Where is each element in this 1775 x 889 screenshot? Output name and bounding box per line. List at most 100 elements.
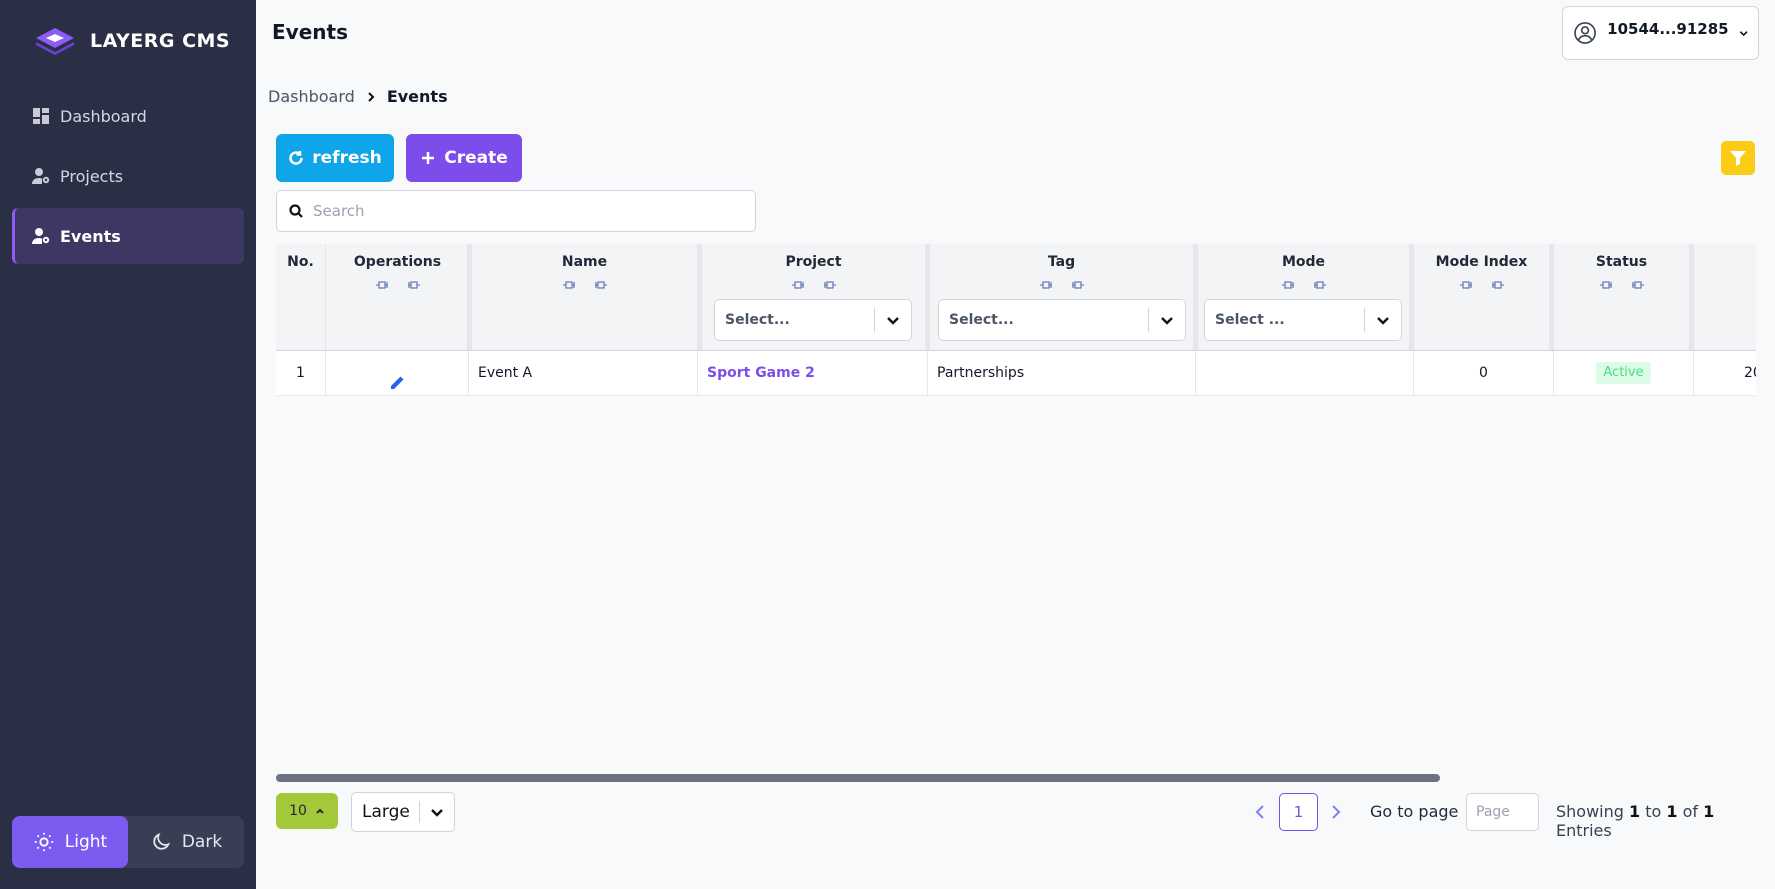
page-size-select[interactable]: 10	[276, 793, 338, 829]
page-size-value: 10	[289, 803, 307, 819]
column-project: Project Select...	[700, 244, 930, 350]
column-mode: Mode Select ...	[1196, 244, 1414, 350]
pin-right-icon[interactable]	[822, 278, 836, 289]
horizontal-scrollbar[interactable]	[276, 774, 1440, 782]
chevron-right-icon	[368, 91, 375, 102]
user-gear-icon	[32, 228, 50, 244]
breadcrumb: Dashboard Events	[268, 87, 448, 106]
pin-right-icon[interactable]	[1070, 278, 1084, 289]
table-header: No. Operations Name Project Select... Ta…	[276, 244, 1756, 351]
column-project-label: Project	[785, 254, 842, 270]
pin-left-icon[interactable]	[1281, 278, 1296, 289]
pin-left-icon[interactable]	[1459, 278, 1474, 289]
filter-icon	[1730, 151, 1746, 166]
sidebar-item-dashboard[interactable]: Dashboard	[12, 88, 244, 144]
chevron-left-icon	[1255, 805, 1264, 819]
column-operations-label: Operations	[353, 254, 442, 270]
prev-page-button[interactable]	[1250, 800, 1270, 824]
column-mode-index-label: Mode Index	[1435, 254, 1528, 270]
showing-from: 1	[1629, 802, 1641, 821]
layerg-logo-icon	[36, 28, 74, 55]
showing-to: 1	[1666, 802, 1678, 821]
search-box	[276, 190, 756, 232]
page-title: Events	[272, 20, 348, 44]
chevron-down-icon	[431, 809, 443, 817]
column-operations: Operations	[326, 244, 472, 350]
dashboard-icon	[33, 108, 49, 124]
chevron-down-icon	[887, 317, 899, 325]
showing-to-word: to	[1645, 802, 1662, 821]
refresh-label: refresh	[312, 148, 382, 168]
cell-overflow: 20	[1744, 365, 1756, 381]
chevron-down-icon	[1161, 317, 1173, 325]
breadcrumb-dashboard[interactable]: Dashboard	[268, 87, 355, 106]
filter-button[interactable]	[1721, 141, 1755, 175]
pin-right-icon[interactable]	[406, 278, 420, 289]
column-no-label: No.	[287, 254, 314, 270]
column-mode-label: Mode	[1281, 254, 1326, 270]
brand-name: LAYERG CMS	[90, 30, 231, 52]
user-menu[interactable]: 10544...91285	[1562, 6, 1759, 60]
cell-project: Sport Game 2	[698, 351, 928, 395]
pin-right-icon[interactable]	[1312, 278, 1326, 289]
refresh-icon	[289, 151, 304, 165]
tag-filter-select[interactable]: Select...	[938, 299, 1186, 341]
pin-right-icon[interactable]	[1490, 278, 1504, 289]
pin-left-icon[interactable]	[562, 278, 577, 289]
project-link[interactable]: Sport Game 2	[707, 365, 815, 381]
theme-dark-button[interactable]: Dark	[128, 816, 244, 868]
create-button[interactable]: Create	[406, 134, 522, 182]
column-status-label: Status	[1595, 254, 1648, 270]
sidebar-item-projects[interactable]: Projects	[12, 148, 244, 204]
breadcrumb-current: Events	[386, 87, 448, 106]
cell-mode-index: 0	[1414, 351, 1554, 395]
chevron-up-icon	[316, 808, 324, 814]
moon-icon	[153, 832, 170, 850]
mode-filter-placeholder: Select ...	[1215, 312, 1285, 328]
project-filter-select[interactable]: Select...	[714, 299, 912, 341]
column-mode-index: Mode Index	[1412, 244, 1554, 350]
chevron-right-icon	[1332, 805, 1341, 819]
showing-prefix: Showing	[1556, 802, 1624, 821]
column-tag-label: Tag	[1047, 254, 1076, 270]
goto-page-label: Go to page	[1370, 802, 1459, 821]
brand[interactable]: LAYERG CMS	[34, 26, 230, 56]
pin-left-icon[interactable]	[1039, 278, 1054, 289]
goto-page-input[interactable]	[1466, 793, 1539, 831]
chevron-down-icon	[1377, 317, 1389, 325]
page-number-button[interactable]: 1	[1279, 793, 1318, 831]
sidebar-item-events[interactable]: Events	[12, 208, 244, 264]
user-name: 10544...91285	[1607, 20, 1729, 38]
density-select[interactable]: Large	[351, 792, 455, 832]
showing-entries: Showing 1 to 1 of 1 Entries	[1556, 802, 1775, 840]
create-label: Create	[444, 148, 508, 168]
events-table: No. Operations Name Project Select... Ta…	[276, 244, 1756, 397]
theme-dark-label: Dark	[181, 832, 223, 852]
pin-left-icon[interactable]	[375, 278, 390, 289]
chevron-down-icon	[1739, 31, 1748, 37]
theme-light-button[interactable]: Light	[12, 816, 128, 868]
edit-icon[interactable]	[389, 365, 405, 389]
sidebar: LAYERG CMS Dashboard Projects Events Lig…	[0, 0, 256, 889]
column-name-label: Name	[561, 254, 608, 270]
search-input[interactable]	[313, 202, 713, 220]
cell-no: 1	[276, 351, 326, 395]
pin-right-icon[interactable]	[593, 278, 607, 289]
table-row[interactable]: 1 Event A Sport Game 2 Partnerships 0 Ac…	[276, 351, 1756, 396]
sidebar-item-label: Events	[60, 226, 121, 246]
cell-operations	[326, 351, 469, 395]
cell-status: Active	[1554, 351, 1694, 395]
cell-name: Event A	[469, 351, 698, 395]
pin-left-icon[interactable]	[791, 278, 806, 289]
mode-filter-select[interactable]: Select ...	[1204, 299, 1402, 341]
sidebar-item-label: Dashboard	[60, 106, 147, 126]
theme-light-label: Light	[64, 832, 108, 852]
cell-tag: Partnerships	[928, 351, 1196, 395]
refresh-button[interactable]: refresh	[276, 134, 394, 182]
tag-filter-placeholder: Select...	[949, 312, 1014, 328]
pin-left-icon[interactable]	[1599, 278, 1614, 289]
project-filter-placeholder: Select...	[725, 312, 790, 328]
next-page-button[interactable]	[1326, 800, 1346, 824]
showing-suffix: Entries	[1556, 821, 1612, 840]
pin-right-icon[interactable]	[1630, 278, 1644, 289]
